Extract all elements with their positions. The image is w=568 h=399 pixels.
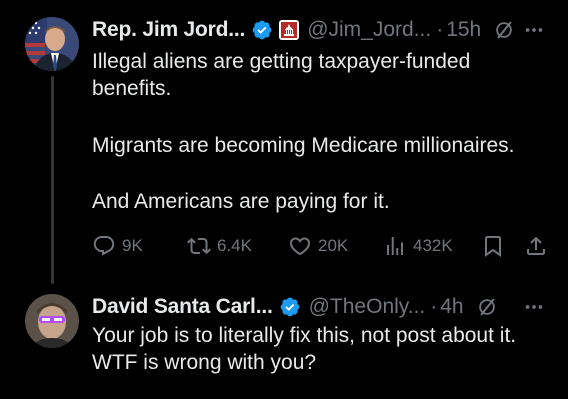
grok-icon[interactable] <box>476 296 498 318</box>
separator-dot: · <box>430 295 438 318</box>
more-options-icon[interactable] <box>523 296 545 318</box>
us-capitol-affiliation-icon[interactable] <box>279 20 300 40</box>
more-options-icon[interactable] <box>523 19 545 41</box>
avatar[interactable] <box>25 294 79 348</box>
repost-count: 6.4K <box>217 236 252 255</box>
views-icon <box>387 237 403 255</box>
tweet-text-paragraph: And Americans are paying for it. <box>92 190 390 213</box>
like-button[interactable]: 20K <box>288 233 348 259</box>
reply-author-handle[interactable]: @TheOnly... <box>309 295 426 319</box>
like-icon <box>289 237 311 256</box>
grok-icon[interactable] <box>493 19 515 41</box>
author-handle[interactable]: @Jim_Jord... <box>307 18 431 42</box>
reply-count: 9K <box>122 236 143 255</box>
repost-button[interactable]: 6.4K <box>187 233 252 259</box>
views-button[interactable]: 432K <box>383 233 453 259</box>
tweet-text-paragraph: Migrants are becoming Medicare millionai… <box>92 134 515 157</box>
tweet-header: Rep. Jim Jord... @Jim_Jord... · 15h <box>92 15 515 45</box>
reply-header: David Santa Carl... @TheOnly... · 4h <box>92 292 498 322</box>
share-icon <box>527 236 545 255</box>
repost-icon <box>187 237 211 255</box>
author-name[interactable]: Rep. Jim Jord... <box>92 18 245 42</box>
timestamp[interactable]: 15h <box>446 18 481 42</box>
reply-icon <box>93 236 115 256</box>
tweet-text-paragraph: Illegal aliens are getting taxpayer-fund… <box>92 50 471 100</box>
share-button[interactable] <box>524 233 548 259</box>
thread-connector-line <box>51 76 54 284</box>
reply-text: Your job is to literally fix this, not p… <box>92 324 517 374</box>
bookmark-icon <box>485 236 501 257</box>
views-count: 432K <box>413 236 453 255</box>
avatar[interactable] <box>25 17 79 71</box>
verified-badge-icon <box>280 297 300 317</box>
verified-badge-icon <box>252 20 272 40</box>
reply-button[interactable]: 9K <box>92 233 143 259</box>
tweet-actions-bar: 9K 6.4K 20K 432K <box>92 233 552 259</box>
reply-author-name[interactable]: David Santa Carl... <box>92 295 273 319</box>
like-count: 20K <box>318 236 349 255</box>
separator-dot: · <box>436 18 444 41</box>
bookmark-button[interactable] <box>481 233 505 259</box>
reply-timestamp[interactable]: 4h <box>440 295 463 319</box>
